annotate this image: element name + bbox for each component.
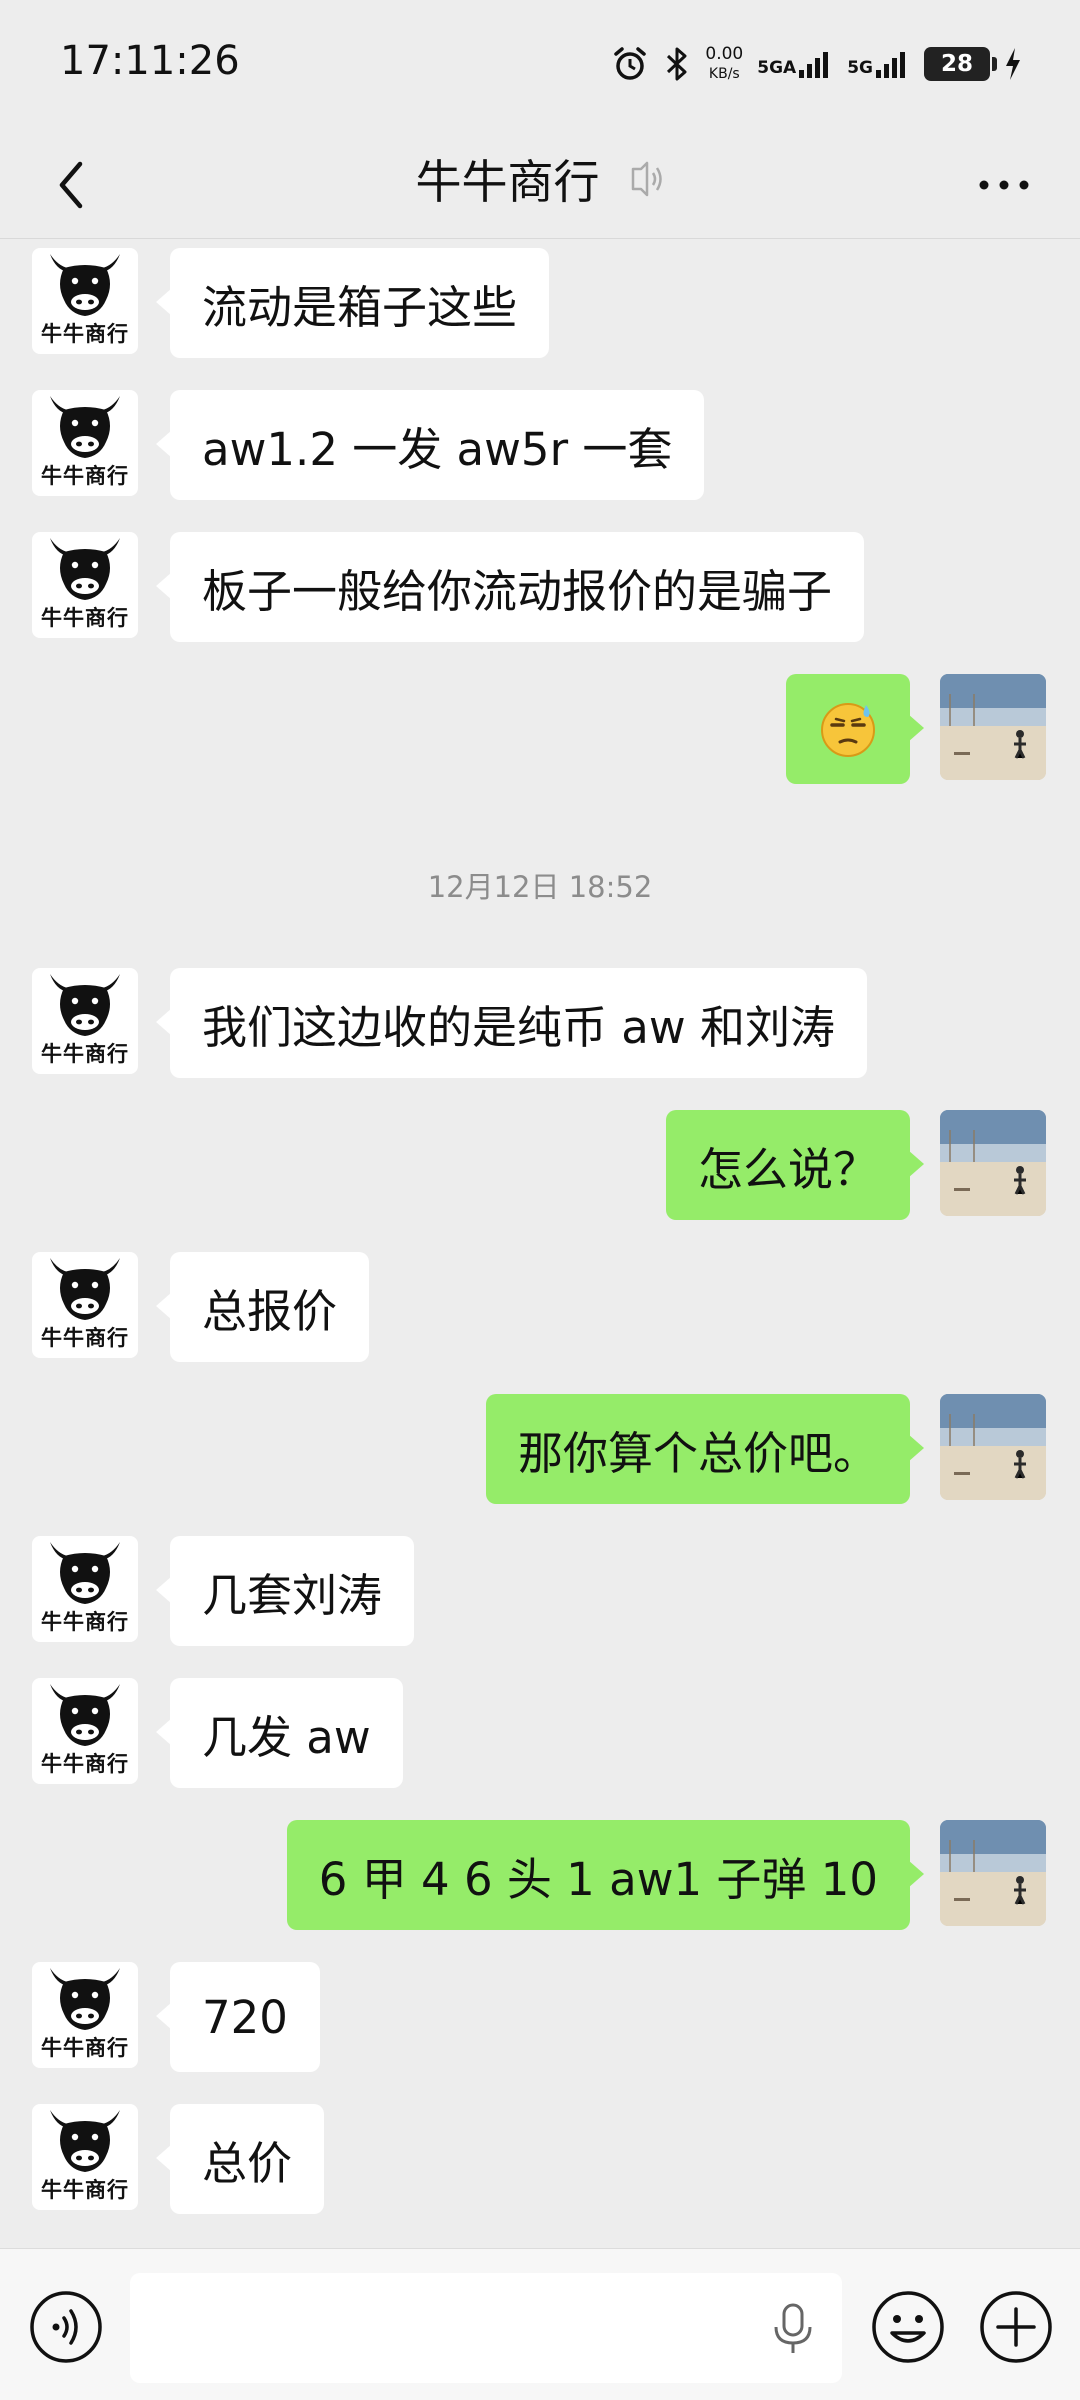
net-speed-unit: KB/s bbox=[708, 66, 740, 82]
signal-5ga-label: 5GA bbox=[757, 58, 797, 78]
chat-title-text: 牛牛商行 bbox=[415, 155, 600, 209]
outgoing-message-bubble[interactable]: 怎么说？ bbox=[665, 1110, 925, 1220]
contact-avatar[interactable]: 牛牛商行 bbox=[32, 248, 138, 354]
bull-logo-icon bbox=[50, 1542, 120, 1604]
contact-avatar[interactable]: 牛牛商行 bbox=[32, 1962, 138, 2068]
my-avatar[interactable] bbox=[940, 1110, 1046, 1216]
bull-logo-icon bbox=[50, 1968, 120, 2030]
status-icons: 0.00 KB/s 5GA 5G 28 bbox=[611, 36, 1022, 92]
avatar-label: 牛牛商行 bbox=[41, 1326, 129, 1350]
bull-logo-icon bbox=[50, 1684, 120, 1746]
input-bar bbox=[0, 2248, 1080, 2400]
bluetooth-icon bbox=[667, 47, 687, 81]
incoming-message-bubble[interactable]: 720 bbox=[156, 1962, 320, 2072]
bull-logo-icon bbox=[50, 974, 120, 1036]
message-row: 牛牛商行 流动是箱子这些 bbox=[0, 248, 1080, 358]
avatar-label: 牛牛商行 bbox=[41, 2178, 129, 2202]
bull-logo-icon bbox=[50, 254, 120, 316]
status-bar: 17:11:26 0.00 KB/s 5GA 5G 28 bbox=[0, 0, 1080, 128]
incoming-message-bubble[interactable]: 总报价 bbox=[155, 1252, 370, 1362]
my-avatar[interactable] bbox=[940, 1394, 1046, 1500]
sweat-smile-emoji-icon bbox=[821, 703, 875, 757]
avatar-label: 牛牛商行 bbox=[41, 2036, 129, 2060]
title-bar: 牛牛商行 bbox=[0, 128, 1080, 239]
incoming-message-bubble[interactable]: 几发 aw bbox=[156, 1678, 403, 1788]
speaker-mode-icon bbox=[631, 161, 662, 197]
message-timestamp: 12月12日 18:52 bbox=[427, 870, 653, 904]
contact-avatar[interactable]: 牛牛商行 bbox=[32, 1252, 138, 1358]
battery-level: 28 bbox=[940, 51, 973, 77]
outgoing-message-bubble[interactable]: 6 甲 4 6 头 1 aw1 子弹 10 bbox=[286, 1820, 925, 1930]
avatar-label: 牛牛商行 bbox=[41, 322, 129, 346]
message-row: 怎么说？ bbox=[0, 1110, 1080, 1220]
alarm-icon bbox=[614, 47, 647, 80]
battery-indicator: 28 bbox=[924, 47, 997, 81]
signal-icon bbox=[799, 52, 829, 78]
bull-logo-icon bbox=[50, 396, 120, 458]
charging-icon bbox=[1006, 48, 1020, 80]
contact-avatar[interactable]: 牛牛商行 bbox=[32, 2104, 138, 2210]
bull-logo-icon bbox=[50, 2110, 120, 2172]
beach-swing-photo bbox=[940, 1394, 1046, 1500]
avatar-label: 牛牛商行 bbox=[41, 606, 129, 630]
incoming-message-bubble[interactable]: 总价 bbox=[155, 2104, 325, 2214]
avatar-label: 牛牛商行 bbox=[41, 1752, 129, 1776]
message-row bbox=[0, 674, 1080, 784]
signal-5g: 5G bbox=[847, 50, 910, 78]
contact-avatar[interactable]: 牛牛商行 bbox=[32, 968, 138, 1074]
signal-5ga: 5GA bbox=[757, 50, 833, 78]
microphone-icon[interactable] bbox=[768, 2301, 818, 2357]
voice-input-icon[interactable] bbox=[28, 2289, 104, 2365]
beach-swing-photo bbox=[940, 1820, 1046, 1926]
bull-logo-icon bbox=[50, 1258, 120, 1320]
message-row: 牛牛商行 我们这边收的是纯币 aw 和刘涛 bbox=[0, 968, 1080, 1078]
message-row: 牛牛商行 总价 bbox=[0, 2104, 1080, 2214]
my-avatar[interactable] bbox=[940, 674, 1046, 780]
chat-title: 牛牛商行 bbox=[0, 146, 1080, 212]
incoming-message-bubble[interactable]: 几套刘涛 bbox=[155, 1536, 415, 1646]
incoming-message-bubble[interactable]: 我们这边收的是纯币 aw 和刘涛 bbox=[156, 968, 867, 1078]
incoming-message-bubble[interactable]: 流动是箱子这些 bbox=[155, 248, 550, 358]
signal-5g-label: 5G bbox=[847, 58, 873, 78]
avatar-label: 牛牛商行 bbox=[41, 1042, 129, 1066]
my-avatar[interactable] bbox=[940, 1820, 1046, 1926]
outgoing-message-bubble[interactable] bbox=[786, 674, 924, 784]
emoji-icon[interactable] bbox=[870, 2289, 946, 2365]
message-row: 牛牛商行 板子一般给你流动报价的是骗子 bbox=[0, 532, 1080, 642]
net-speed-value: 0.00 bbox=[705, 44, 744, 64]
contact-avatar[interactable]: 牛牛商行 bbox=[32, 1536, 138, 1642]
message-row: 那你算个总价吧。 bbox=[0, 1394, 1080, 1504]
message-row: 牛牛商行 几发 aw bbox=[0, 1678, 1080, 1788]
contact-avatar[interactable]: 牛牛商行 bbox=[32, 532, 138, 638]
message-row: 牛牛商行 720 bbox=[0, 1962, 1080, 2072]
beach-swing-photo bbox=[940, 1110, 1046, 1216]
incoming-message-bubble[interactable]: aw1.2 一发 aw5r 一套 bbox=[155, 390, 705, 500]
message-row: 牛牛商行 几套刘涛 bbox=[0, 1536, 1080, 1646]
more-button[interactable] bbox=[964, 150, 1044, 220]
plus-icon[interactable] bbox=[978, 2289, 1054, 2365]
avatar-label: 牛牛商行 bbox=[41, 464, 129, 488]
beach-swing-photo bbox=[940, 674, 1046, 780]
status-time: 17:11:26 bbox=[60, 38, 240, 84]
more-dots-icon bbox=[979, 180, 1029, 190]
contact-avatar[interactable]: 牛牛商行 bbox=[32, 390, 138, 496]
message-row: 牛牛商行 aw1.2 一发 aw5r 一套 bbox=[0, 390, 1080, 500]
signal-icon bbox=[876, 52, 905, 78]
message-input[interactable] bbox=[130, 2273, 842, 2383]
message-row: 6 甲 4 6 头 1 aw1 子弹 10 bbox=[0, 1820, 1080, 1930]
incoming-message-bubble[interactable]: 板子一般给你流动报价的是骗子 bbox=[155, 532, 865, 642]
avatar-label: 牛牛商行 bbox=[41, 1610, 129, 1634]
chat-screen: 17:11:26 0.00 KB/s 5GA 5G 28 牛牛商行 牛牛商行 流… bbox=[0, 0, 1080, 2400]
net-speed: 0.00 KB/s bbox=[705, 44, 743, 84]
outgoing-message-bubble[interactable]: 那你算个总价吧。 bbox=[485, 1394, 925, 1504]
message-row: 牛牛商行 总报价 bbox=[0, 1252, 1080, 1362]
bull-logo-icon bbox=[50, 538, 120, 600]
contact-avatar[interactable]: 牛牛商行 bbox=[32, 1678, 138, 1784]
